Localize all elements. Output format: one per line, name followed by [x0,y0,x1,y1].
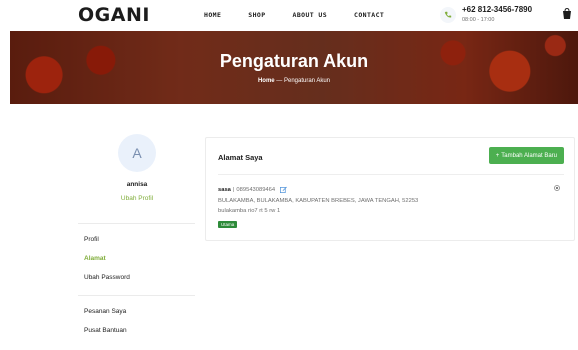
breadcrumb-separator: — [274,78,284,84]
plus-icon: + [495,152,500,159]
avatar: A [118,134,156,172]
add-address-button[interactable]: + Tambah Alamat Baru [488,147,564,164]
nav-contact[interactable]: CONTACT [354,11,384,19]
sidebar-item-pesanan-saya[interactable]: Pesanan Saya [84,308,126,315]
address-region: BULAKAMBA, BULAKAMBA, KABUPATEN BREBES, … [218,198,419,204]
address-separator: | [232,186,235,193]
edit-profile-link[interactable]: Ubah Profil [100,195,174,202]
add-address-label: Tambah Alamat Baru [501,152,557,159]
address-header: sasa | 089543089464 [218,186,287,193]
nav-home[interactable]: HOME [204,11,221,19]
sidebar-item-pusat-bantuan[interactable]: Pusat Bantuan [84,327,127,334]
address-detail: bulakamba rio7 rt 5 rw 1 [218,208,281,214]
breadcrumb-home[interactable]: Home [258,78,275,84]
address-name: sasa [218,186,231,193]
phone-number: +62 812-3456-7890 [462,5,533,14]
primary-badge: Utama [218,221,238,228]
section-title: Alamat Saya [218,153,263,162]
phone-icon [440,7,456,23]
cart-icon[interactable] [562,8,572,20]
breadcrumb-current: Pengaturan Akun [283,78,331,84]
support-hours: 08:00 - 17:00 [462,17,495,23]
sidebar-item-alamat[interactable]: Alamat [84,255,106,262]
sidebar-divider [78,223,195,224]
address-panel: Alamat Saya + Tambah Alamat Baru sasa | … [205,137,575,241]
user-name: annisa [126,181,148,188]
sidebar-divider [78,295,195,296]
primary-address-radio[interactable] [554,185,560,191]
breadcrumb: Home — Pengaturan Akun [10,78,578,84]
address-phone: 089543089464 [236,186,276,193]
nav-about-us[interactable]: ABOUT US [293,11,328,19]
page-title: Pengaturan Akun [219,51,369,71]
hero-banner: Pengaturan Akun Home — Pengaturan Akun [10,31,578,104]
sidebar-item-profil[interactable]: Profil [84,236,99,243]
panel-divider [218,174,564,175]
edit-icon[interactable] [280,186,287,193]
sidebar-item-ubah-password[interactable]: Ubah Password [84,274,130,281]
nav-shop[interactable]: SHOP [248,11,265,19]
main-nav: HOME SHOP ABOUT US CONTACT [204,11,411,19]
header: OGANI HOME SHOP ABOUT US CONTACT +62 812… [0,0,578,30]
logo[interactable]: OGANI [78,4,150,26]
